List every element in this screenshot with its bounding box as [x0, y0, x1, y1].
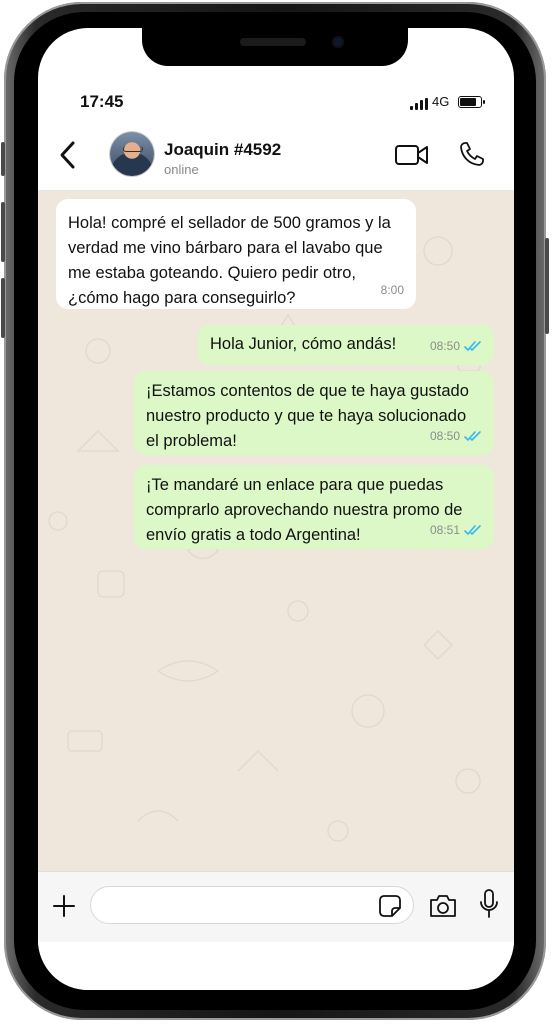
message-bubble-outgoing[interactable]: ¡Te mandaré un enlace para que puedas co…: [134, 465, 494, 549]
message-time: 8:00: [380, 283, 404, 297]
message-time: 08:51: [429, 523, 460, 537]
contact-status: online: [164, 162, 199, 177]
message-input-bar: [38, 871, 514, 942]
video-camera-icon[interactable]: [394, 142, 430, 168]
message-bubble-outgoing[interactable]: ¡Estamos contentos de que te haya gustad…: [134, 371, 494, 455]
plus-icon[interactable]: [52, 894, 76, 918]
front-camera: [332, 36, 344, 48]
message-input[interactable]: [105, 894, 369, 918]
phone-icon[interactable]: [458, 140, 486, 168]
battery-icon: [458, 96, 485, 108]
earpiece-speaker: [240, 38, 306, 46]
contact-name[interactable]: Joaquin #4592: [164, 140, 281, 160]
double-check-icon: [464, 525, 481, 536]
notch: [142, 28, 408, 66]
camera-icon[interactable]: [428, 892, 458, 920]
avatar[interactable]: [110, 132, 154, 176]
volume-down-button: [1, 278, 5, 338]
home-indicator-area: [38, 942, 514, 990]
double-check-icon: [464, 431, 481, 442]
signal-icon: [410, 98, 428, 110]
message-bubble-incoming[interactable]: Hola! compré el sellador de 500 gramos y…: [56, 199, 416, 309]
volume-up-button: [1, 202, 5, 262]
microphone-icon[interactable]: [478, 888, 500, 920]
phone-screen: 17:45 4G Joaquin #4592 online Hola! comp…: [38, 28, 514, 990]
message-time: 08:50: [429, 429, 460, 443]
power-button: [545, 238, 549, 334]
chat-area[interactable]: Hola! compré el sellador de 500 gramos y…: [38, 191, 514, 871]
message-time: 08:50: [429, 339, 460, 353]
message-text: Hola! compré el sellador de 500 gramos y…: [68, 214, 391, 307]
chevron-left-icon[interactable]: [56, 138, 80, 172]
chat-header: Joaquin #4592 online: [38, 120, 514, 191]
silent-switch: [1, 142, 5, 176]
double-check-icon: [464, 341, 481, 352]
message-field[interactable]: [90, 886, 414, 924]
sticker-icon[interactable]: [378, 894, 402, 918]
message-bubble-outgoing[interactable]: Hola Junior, cómo andás! 08:50: [198, 325, 494, 365]
status-time: 17:45: [80, 92, 124, 111]
network-type: 4G: [432, 94, 450, 109]
